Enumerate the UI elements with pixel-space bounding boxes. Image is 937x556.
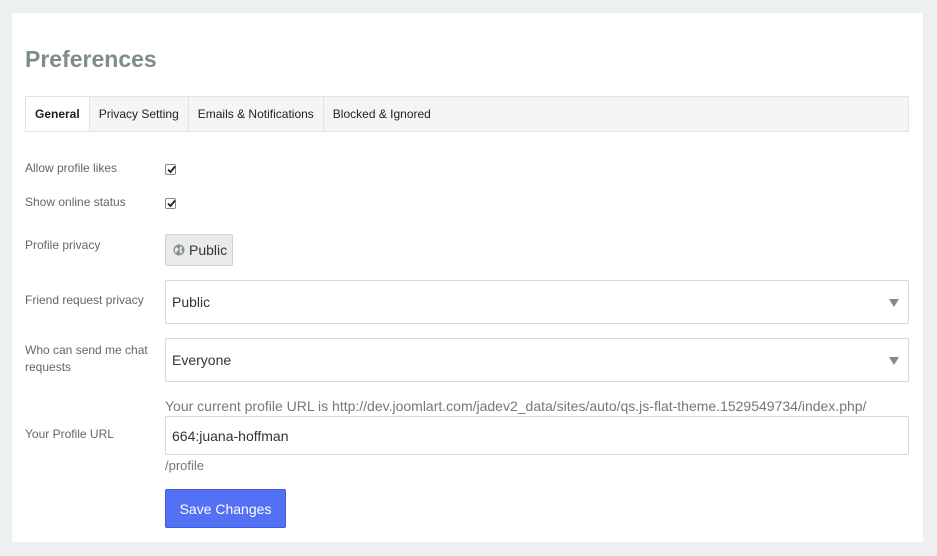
online-status-label: Show online status [25, 195, 126, 209]
online-status-checkbox[interactable] [165, 198, 176, 209]
tab-bar: General Privacy Setting Emails & Notific… [25, 96, 909, 132]
checkmark-icon [167, 199, 176, 208]
profile-url-input[interactable] [165, 416, 909, 455]
tab-privacy-setting[interactable]: Privacy Setting [90, 97, 189, 131]
profile-url-suffix: /profile [165, 458, 205, 473]
tab-emails-notifications[interactable]: Emails & Notifications [189, 97, 324, 131]
save-changes-button[interactable]: Save Changes [165, 489, 286, 528]
friend-request-value: Public [172, 294, 211, 310]
globe-icon [173, 244, 185, 256]
checkmark-icon [167, 165, 176, 174]
allow-likes-checkbox[interactable] [165, 164, 176, 175]
allow-likes-label: Allow profile likes [25, 161, 118, 175]
friend-request-select[interactable]: Public [165, 280, 909, 324]
profile-url-label: Your Profile URL [25, 427, 114, 441]
chat-requests-label: Who can send me chat requests [25, 343, 148, 374]
caret-down-icon [889, 299, 899, 307]
tab-general[interactable]: General [26, 97, 90, 131]
profile-privacy-button[interactable]: Public [165, 234, 233, 266]
caret-down-icon [889, 357, 899, 365]
page-title: Preferences [25, 46, 157, 72]
chat-requests-select[interactable]: Everyone [165, 338, 909, 382]
chat-requests-value: Everyone [172, 352, 232, 368]
profile-privacy-value: Public [189, 242, 228, 258]
tab-blocked-ignored[interactable]: Blocked & Ignored [324, 97, 440, 131]
profile-privacy-label: Profile privacy [25, 238, 101, 252]
friend-request-label: Friend request privacy [25, 293, 144, 307]
preferences-card: Preferences General Privacy Setting Emai… [12, 13, 923, 542]
profile-url-hint: Your current profile URL is http://dev.j… [165, 398, 867, 414]
